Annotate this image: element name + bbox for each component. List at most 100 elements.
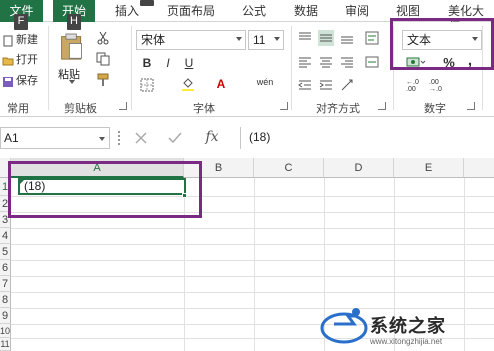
- italic-button[interactable]: I: [160, 55, 176, 71]
- wrap-text-button[interactable]: [364, 30, 380, 46]
- column-header-d[interactable]: D: [324, 158, 394, 178]
- cancel-entry-button[interactable]: [133, 130, 149, 146]
- fill-color-button[interactable]: [180, 76, 196, 92]
- phonetic-button[interactable]: wén: [250, 74, 280, 90]
- gridline: [11, 276, 494, 277]
- save-icon: [3, 76, 13, 87]
- align-right-icon: [341, 57, 353, 68]
- copy-button[interactable]: [95, 51, 111, 67]
- folder-icon: [2, 57, 14, 65]
- check-icon: [168, 132, 182, 144]
- paste-button[interactable]: 粘贴: [55, 32, 91, 90]
- align-left-icon: [299, 57, 311, 68]
- text-orientation-icon: [341, 79, 353, 91]
- row-header[interactable]: 6: [0, 260, 11, 276]
- highlight-frame-number-format: [390, 18, 494, 70]
- open-button[interactable]: 打开: [2, 52, 38, 69]
- font-name-value: 宋体: [141, 33, 166, 47]
- row-header[interactable]: 8: [0, 292, 11, 308]
- wrap-text-icon: [365, 31, 379, 45]
- copy-icon: [96, 52, 110, 66]
- tab-page-layout[interactable]: 页面布局: [165, 3, 217, 21]
- watermark: 系统之家 www.xitongzhijia.net: [318, 296, 494, 351]
- cut-button[interactable]: [95, 30, 111, 46]
- orientation-button[interactable]: [339, 77, 355, 93]
- borders-button[interactable]: [139, 77, 155, 93]
- tab-formulas[interactable]: 公式: [240, 3, 268, 21]
- merge-icon: [365, 56, 379, 68]
- align-center-icon: [320, 57, 332, 68]
- new-button[interactable]: 新建: [2, 32, 38, 49]
- alignment-launcher-icon[interactable]: [378, 102, 386, 110]
- formula-bar: A1 fx (18): [0, 124, 494, 154]
- chevron-down-icon: [274, 37, 280, 41]
- gridline: [11, 228, 494, 229]
- merge-center-button[interactable]: [364, 54, 380, 70]
- watermark-logo-icon: [320, 308, 368, 344]
- row-header[interactable]: 7: [0, 276, 11, 292]
- row-header[interactable]: 10: [0, 324, 11, 338]
- group-divider: [48, 26, 49, 110]
- clipboard-icon: [61, 33, 82, 60]
- increase-decimal-button[interactable]: ←.0 .00: [406, 78, 424, 94]
- group-label-alignment: 对齐方式: [316, 103, 360, 115]
- chevron-down-icon: [99, 137, 105, 141]
- watermark-url: www.xitongzhijia.net: [370, 337, 443, 346]
- phonetic-label: wén: [256, 77, 274, 87]
- align-left-button[interactable]: [297, 54, 313, 70]
- column-header-f[interactable]: [464, 158, 494, 178]
- align-top-icon: [299, 32, 311, 40]
- keytip-insert: [140, 0, 154, 6]
- group-divider: [131, 26, 132, 110]
- tab-insert[interactable]: 插入: [113, 3, 141, 21]
- decrease-decimal-label: .00 →.0: [429, 79, 442, 93]
- row-header[interactable]: 4: [0, 228, 11, 244]
- column-header-e[interactable]: E: [394, 158, 464, 178]
- font-color-letter: A: [216, 77, 226, 91]
- save-button[interactable]: 保存: [2, 73, 38, 90]
- open-label: 打开: [16, 54, 38, 66]
- group-label-number: 数字: [424, 103, 446, 115]
- increase-indent-button[interactable]: [318, 77, 334, 93]
- align-middle-icon: [320, 34, 332, 42]
- confirm-entry-button[interactable]: [167, 130, 183, 146]
- name-box[interactable]: A1: [0, 127, 110, 149]
- new-file-icon: [3, 35, 13, 46]
- font-name-select[interactable]: 宋体: [136, 30, 246, 50]
- align-middle-button[interactable]: [318, 30, 334, 46]
- format-painter-button[interactable]: [95, 72, 111, 88]
- bold-button[interactable]: B: [139, 55, 155, 71]
- tab-review[interactable]: 审阅: [343, 3, 371, 21]
- font-launcher-icon[interactable]: [280, 102, 288, 110]
- insert-function-button[interactable]: fx: [200, 129, 224, 145]
- align-right-button[interactable]: [339, 54, 355, 70]
- gridline: [11, 244, 494, 245]
- font-size-select[interactable]: 11: [248, 30, 284, 50]
- row-header[interactable]: 11: [0, 338, 11, 351]
- number-launcher-icon[interactable]: [467, 102, 475, 110]
- column-header-c[interactable]: C: [254, 158, 324, 178]
- align-top-button[interactable]: [297, 30, 313, 46]
- close-icon: [135, 132, 147, 144]
- align-bottom-icon: [341, 36, 353, 44]
- group-label-common: 常用: [7, 103, 29, 115]
- border-icon: [140, 78, 154, 92]
- save-label: 保存: [16, 75, 38, 87]
- decrease-decimal-button[interactable]: .00 →.0: [429, 78, 447, 94]
- decrease-indent-button[interactable]: [297, 77, 313, 93]
- underline-button[interactable]: U: [181, 55, 197, 71]
- gridline: [11, 292, 494, 293]
- align-bottom-button[interactable]: [339, 30, 355, 46]
- tab-data[interactable]: 数据: [292, 3, 320, 21]
- outdent-icon: [298, 80, 311, 90]
- formula-input[interactable]: (18): [240, 127, 494, 149]
- font-color-button[interactable]: A: [213, 76, 229, 92]
- clipboard-launcher-icon[interactable]: [119, 102, 127, 110]
- gridline: [254, 178, 255, 351]
- row-header[interactable]: 5: [0, 244, 11, 260]
- group-label-clipboard: 剪贴板: [64, 103, 97, 115]
- row-header[interactable]: 9: [0, 308, 11, 324]
- align-center-button[interactable]: [318, 54, 334, 70]
- increase-decimal-label: ←.0 .00: [406, 79, 419, 93]
- font-size-value: 11: [253, 33, 266, 47]
